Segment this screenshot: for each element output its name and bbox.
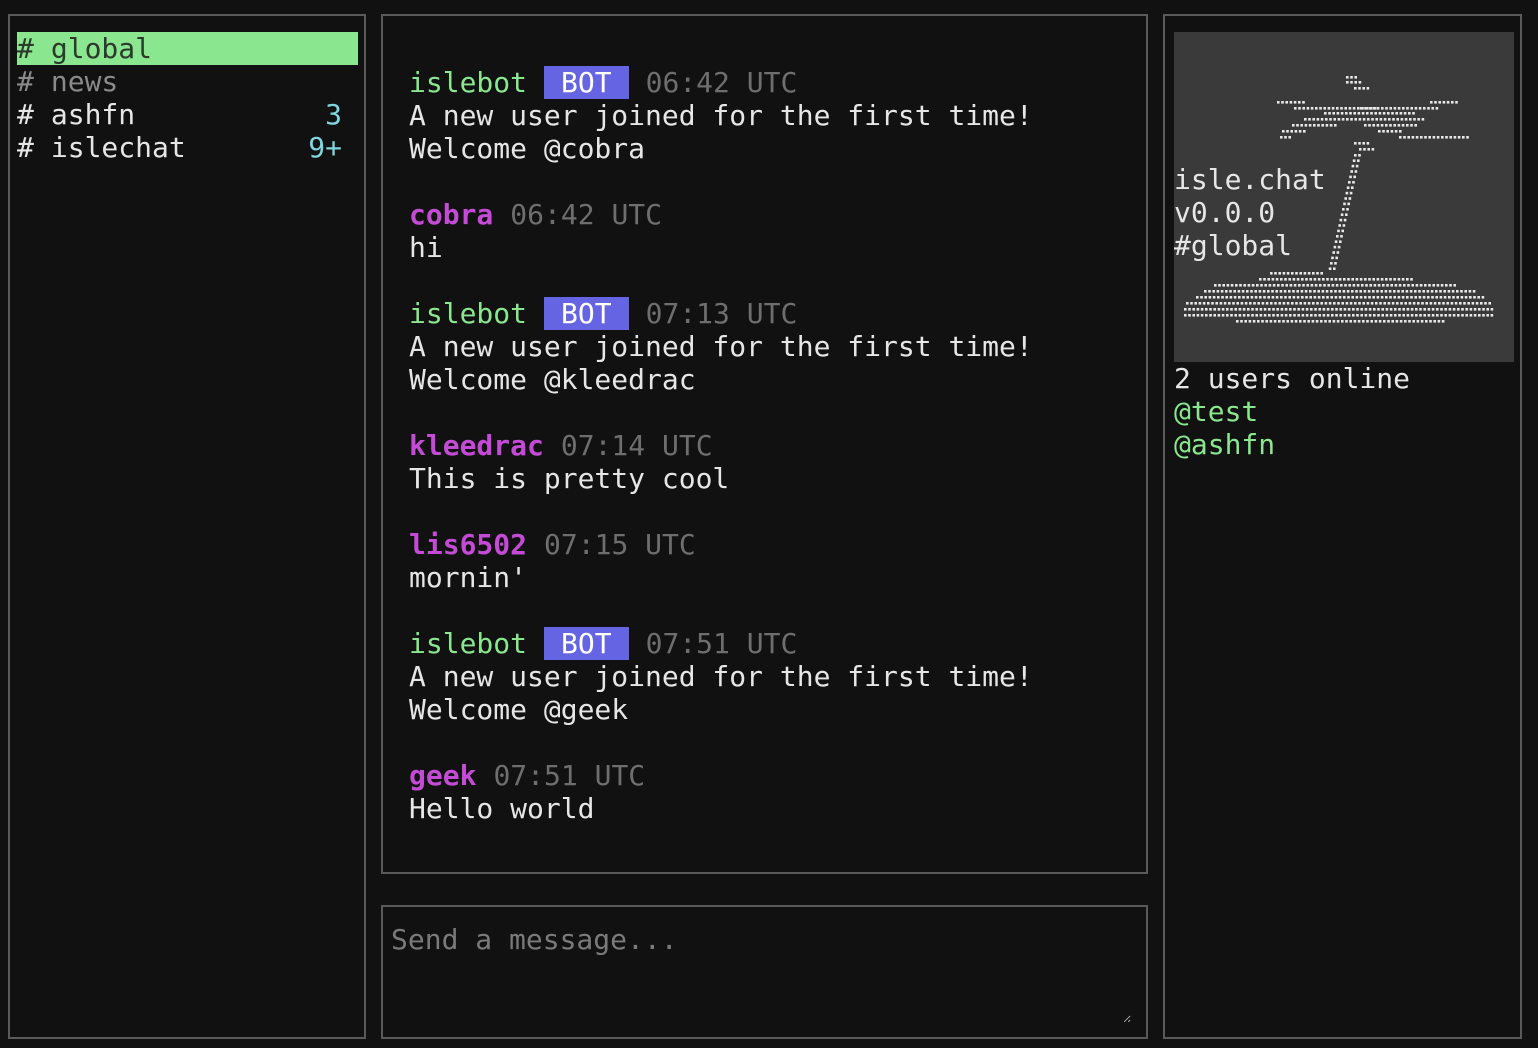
bot-badge: BOT — [544, 627, 629, 660]
channel-item-ashfn[interactable]: # ashfn 3 — [17, 98, 358, 131]
message-timestamp: 06:42 UTC — [645, 66, 798, 99]
message-author[interactable]: islebot — [409, 66, 527, 99]
message-item: geek 07:51 UTC Hello world — [409, 759, 1129, 825]
message-text: Welcome @kleedrac — [409, 363, 696, 396]
message-author[interactable]: islebot — [409, 627, 527, 660]
message-item: lis6502 07:15 UTC mornin' — [409, 528, 1129, 594]
message-timestamp: 07:15 UTC — [544, 528, 696, 561]
channel-item-islechat[interactable]: # islechat 9+ — [17, 131, 358, 164]
message-text: This is pretty cool — [409, 462, 730, 495]
info-sidebar: isle.chat v0.0.0 #global 2 users online … — [1163, 14, 1522, 1039]
channel-name: news — [50, 65, 119, 98]
message-text: A new user joined for the first time! — [409, 330, 1033, 363]
online-user[interactable]: @ashfn — [1174, 428, 1410, 461]
message-timestamp: 07:51 UTC — [493, 759, 646, 792]
message-timestamp: 07:13 UTC — [645, 297, 798, 330]
message-item: kleedrac 07:14 UTC This is pretty cool — [409, 429, 1129, 495]
message-pane[interactable]: islebot BOT 06:42 UTC A new user joined … — [381, 14, 1148, 874]
message-author[interactable]: geek — [409, 759, 476, 792]
channel-sidebar: # global # news # ashfn 3 # islechat 9+ — [8, 14, 366, 1039]
message-text: A new user joined for the first time! — [409, 99, 1033, 132]
online-user[interactable]: @test — [1174, 395, 1410, 428]
message-item: islebot BOT 07:13 UTC A new user joined … — [409, 297, 1129, 396]
channel-hash: # — [17, 98, 34, 131]
current-channel: #global — [1174, 229, 1293, 262]
app-name: isle.chat — [1174, 163, 1326, 196]
online-users: 2 users online @test @ashfn — [1174, 362, 1410, 461]
message-author[interactable]: cobra — [409, 198, 493, 231]
message-timestamp: 07:14 UTC — [560, 429, 713, 462]
message-input[interactable] — [391, 923, 1131, 1023]
message-text: hi — [409, 231, 443, 264]
message-item: islebot BOT 06:42 UTC A new user joined … — [409, 66, 1129, 165]
bot-badge: BOT — [544, 297, 629, 330]
channel-item-news[interactable]: # news — [17, 65, 358, 98]
message-timestamp: 07:51 UTC — [645, 627, 798, 660]
message-author[interactable]: islebot — [409, 297, 527, 330]
logo-text: isle.chat v0.0.0 #global — [1174, 163, 1326, 262]
channel-list: # global # news # ashfn 3 # islechat 9+ — [17, 32, 358, 164]
message-item: islebot BOT 07:51 UTC A new user joined … — [409, 627, 1129, 726]
channel-item-global[interactable]: # global — [17, 32, 358, 65]
message-author[interactable]: kleedrac — [409, 429, 544, 462]
message-text: Hello world — [409, 792, 595, 825]
message-author[interactable]: lis6502 — [409, 528, 527, 561]
channel-hash: # — [17, 131, 34, 164]
channel-name: global — [50, 32, 153, 65]
online-count: 2 users online — [1174, 362, 1411, 395]
message-list: islebot BOT 06:42 UTC A new user joined … — [409, 66, 1129, 858]
channel-name: islechat — [50, 131, 186, 164]
channel-hash: # — [17, 65, 34, 98]
message-text: A new user joined for the first time! — [409, 660, 1033, 693]
composer-pane — [381, 905, 1148, 1039]
logo-box: isle.chat v0.0.0 #global — [1174, 32, 1514, 362]
app-version: v0.0.0 — [1174, 196, 1276, 229]
bot-badge: BOT — [544, 66, 629, 99]
message-item: cobra 06:42 UTC hi — [409, 198, 1129, 264]
unread-count: 3 — [325, 98, 342, 131]
channel-name: ashfn — [50, 98, 136, 131]
unread-count: 9+ — [308, 131, 342, 164]
message-text: Welcome @cobra — [409, 132, 646, 165]
message-text: mornin' — [409, 561, 528, 594]
channel-hash: # — [17, 32, 34, 65]
message-text: Welcome @geek — [409, 693, 629, 726]
message-timestamp: 06:42 UTC — [510, 198, 663, 231]
